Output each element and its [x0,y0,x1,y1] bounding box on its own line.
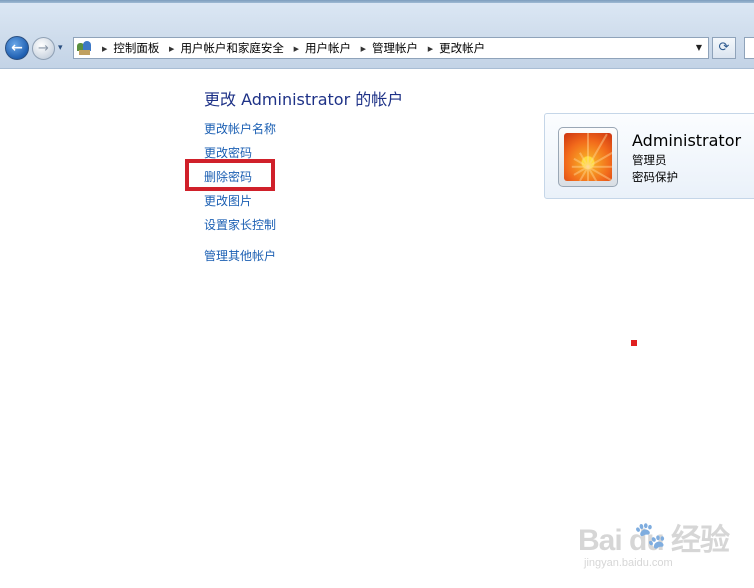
baidu-jingyan-watermark: Bai du 经验 🐾 jingyan.baidu.com [578,515,730,577]
avatar [558,127,618,187]
breadcrumb-separator-icon[interactable]: ▶ [361,45,366,53]
watermark-url: jingyan.baidu.com [584,557,673,569]
parental-controls-link[interactable]: 设置家长控制 [204,216,276,233]
breadcrumb-separator-icon[interactable]: ▶ [169,45,174,53]
account-card: Administrator 管理员 密码保护 [544,113,754,199]
breadcrumb-item-manage-accounts[interactable]: 管理帐户 [372,41,418,55]
paw-icon: 🐾 [634,521,667,551]
breadcrumb-separator-icon[interactable]: ▶ [294,45,299,53]
change-picture-link[interactable]: 更改图片 [204,192,252,209]
account-password-status: 密码保护 [632,170,678,184]
forward-arrow-icon: → [38,41,49,56]
breadcrumb-separator-icon[interactable]: ▶ [102,45,107,53]
breadcrumb-item-user-accounts[interactable]: 用户帐户 [305,41,351,55]
breadcrumb-separator-icon[interactable]: ▶ [428,45,433,53]
search-box[interactable] [744,37,754,59]
annotation-highlight-box [185,159,275,191]
refresh-button[interactable]: ⟳ [712,37,736,59]
breadcrumb-item-control-panel[interactable]: 控制面板 [113,41,159,55]
breadcrumb-item-change-account[interactable]: 更改帐户 [439,41,485,55]
recent-pages-button[interactable]: ▾ [58,43,63,53]
account-role: 管理员 [632,153,667,167]
breadcrumb: ▶ 控制面板 ▶ 用户帐户和家庭安全 ▶ 用户帐户 ▶ 管理帐户 ▶ 更改帐户 [102,38,485,58]
account-name: Administrator [632,131,742,150]
orange-flower-avatar-icon [564,133,612,181]
control-panel-icon [77,41,92,55]
change-account-name-link[interactable]: 更改帐户名称 [204,120,276,137]
red-marker-dot [631,340,637,346]
address-bar[interactable]: ▶ 控制面板 ▶ 用户帐户和家庭安全 ▶ 用户帐户 ▶ 管理帐户 ▶ 更改帐户 ▼ [73,37,709,59]
breadcrumb-item-user-accounts-family-safety[interactable]: 用户帐户和家庭安全 [180,41,284,55]
back-arrow-icon: ← [11,40,23,56]
page-title: 更改 Administrator 的帐户 [204,90,404,109]
forward-button[interactable]: → [32,37,55,60]
refresh-icon: ⟳ [718,40,730,55]
manage-other-accounts-link[interactable]: 管理其他帐户 [204,247,276,264]
back-button[interactable]: ← [5,36,29,60]
navigation-bar: ← → ▾ ▶ 控制面板 ▶ 用户帐户和家庭安全 ▶ 用户帐户 ▶ 管理帐户 ▶ 更改帐户… [0,3,754,69]
address-dropdown-icon[interactable]: ▼ [692,38,706,58]
